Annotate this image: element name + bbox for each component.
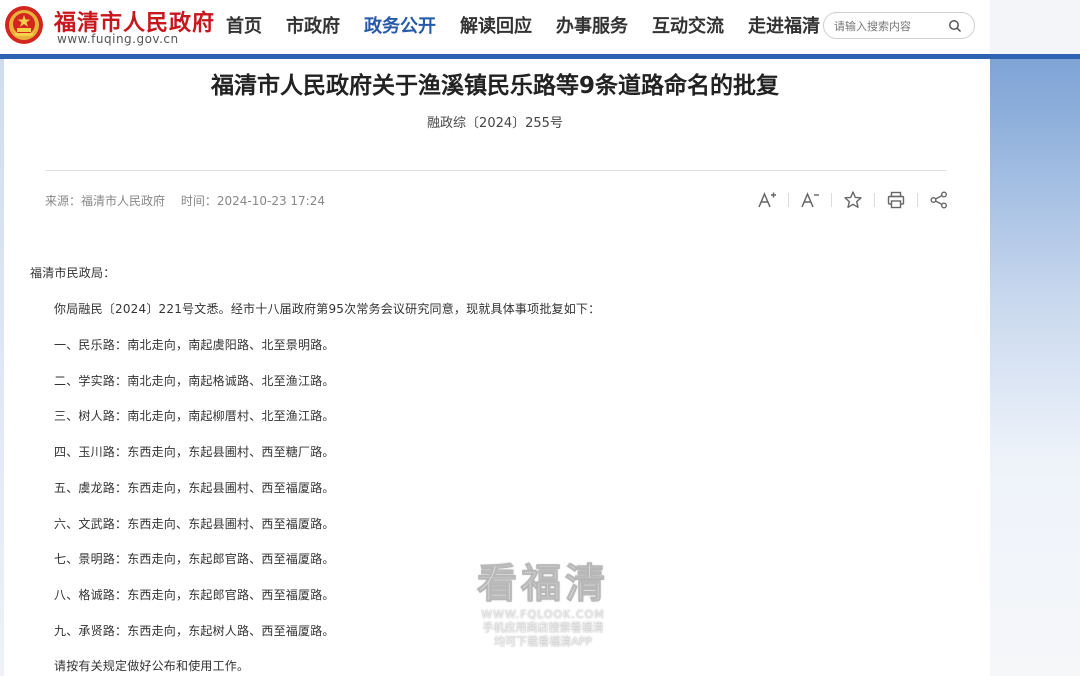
tool-separator [831,193,832,207]
watermark: 看福清 WWW.FQLOOK.COM 手机应用商店搜索看福清 均可下载看福清AP… [468,560,618,649]
font-increase-button[interactable] [756,189,778,211]
font-decrease-button[interactable] [799,189,821,211]
nav-interpretation[interactable]: 解读回应 [460,12,532,38]
paragraph: 请按有关规定做好公布和使用工作。 [54,659,250,673]
article-title: 福清市人民政府关于渔溪镇民乐路等9条道路命名的批复 [210,73,779,99]
left-decorative-strip [0,56,4,676]
article-source: 来源：福清市人民政府 [45,194,166,208]
paragraph: 七、景明路：东西走向，东起郎官路、西至福厦路。 [54,552,335,566]
paragraph: 五、虞龙路：东西走向，东起县圃村、西至福厦路。 [54,481,335,495]
tool-separator [874,193,875,207]
header-accent-bar [0,54,1080,59]
paragraph: 八、格诚路：东西走向，东起郎官路、西至福厦路。 [54,588,335,602]
share-icon [930,191,947,209]
paragraph: 六、文武路：东西走向、东起县圃村、西至福厦路。 [54,517,335,531]
title-divider [45,170,947,171]
paragraph: 你局融民〔2024〕221号文悉。经市十八届政府第95次常务会议研究同意，现就具… [54,302,601,316]
nav-home[interactable]: 首页 [226,12,262,38]
search-box [823,12,975,39]
paragraph: 二、学实路：南北走向，南起格诚路、北至渔江路。 [54,374,335,388]
nav-about-fuqing[interactable]: 走进福清 [748,12,820,38]
article-time: 时间：2024-10-23 17:24 [180,194,325,208]
site-url[interactable]: www.fuqing.gov.cn [57,32,179,46]
document-number: 融政综〔2024〕255号 [427,116,563,131]
tool-separator [917,193,918,207]
print-button[interactable] [885,189,907,211]
paragraph: 三、树人路：南北走向，南起柳厝村、北至渔江路。 [54,409,335,423]
watermark-url: WWW.FQLOOK.COM [481,608,605,621]
nav-services[interactable]: 办事服务 [556,12,628,38]
main-nav: 首页 市政府 政务公开 解读回应 办事服务 互动交流 走进福清 [226,12,844,38]
star-icon [844,191,862,208]
right-decorative-strip [990,0,1080,676]
article-meta: 来源：福清市人民政府 时间：2024-10-23 17:24 [45,192,337,209]
watermark-brand: 看福清 [477,561,609,608]
salutation: 福清市民政局： [30,266,116,280]
font-decrease-icon [801,192,819,208]
watermark-line: 手机应用商店搜索看福清 [482,621,604,634]
search-icon[interactable] [948,19,962,33]
watermark-line: 均可下载看福清APP [494,635,592,648]
tool-separator [788,193,789,207]
national-emblem-icon [5,6,43,44]
nav-government-affairs[interactable]: 政务公开 [364,12,436,38]
site-header: 福清市人民政府 www.fuqing.gov.cn 首页 市政府 政务公开 解读… [0,0,990,54]
font-increase-icon [758,192,776,208]
paragraph: 一、民乐路：南北走向，南起虞阳路、北至景明路。 [54,338,335,352]
share-button[interactable] [928,189,950,211]
print-icon [887,191,905,209]
article-tools [756,189,950,211]
nav-interaction[interactable]: 互动交流 [652,12,724,38]
nav-city-government[interactable]: 市政府 [286,12,340,38]
paragraph: 九、承贤路：东西走向，东起树人路、西至福厦路。 [54,624,335,638]
favorite-button[interactable] [842,189,864,211]
paragraph: 四、玉川路：东西走向，东起县圃村、西至糖厂路。 [54,445,335,459]
search-input[interactable] [834,17,944,35]
